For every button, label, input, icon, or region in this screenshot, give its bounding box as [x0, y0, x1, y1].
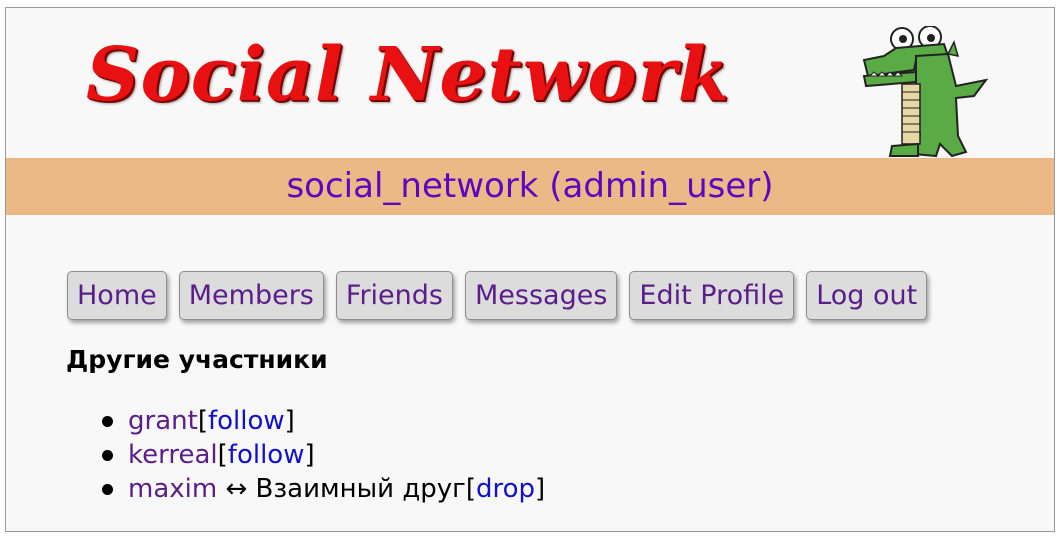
bullet-icon: [102, 484, 113, 495]
bullet-icon: [102, 450, 113, 461]
members-list: grant[follow] kerreal[follow] maxim ↔ Вз…: [98, 404, 545, 506]
nav-logout-button[interactable]: Log out: [806, 271, 928, 320]
nav-home-button[interactable]: Home: [67, 271, 167, 320]
member-status: ↔ Взаимный друг: [217, 474, 466, 504]
member-name-link[interactable]: grant: [128, 406, 198, 436]
main-nav: Home Members Friends Messages Edit Profi…: [67, 271, 928, 320]
bullet-icon: [102, 416, 113, 427]
bracket-close: ]: [304, 440, 315, 470]
follow-link[interactable]: follow: [228, 440, 305, 470]
banner-title: social_network (admin_user): [286, 166, 774, 206]
follow-link[interactable]: follow: [208, 406, 285, 436]
list-item: kerreal[follow]: [98, 438, 545, 472]
member-name-link[interactable]: maxim: [128, 474, 217, 504]
bracket-open: [: [217, 440, 228, 470]
nav-members-button[interactable]: Members: [178, 271, 324, 320]
nav-friends-button[interactable]: Friends: [335, 271, 453, 320]
nav-edit-profile-button[interactable]: Edit Profile: [629, 271, 795, 320]
section-title: Другие участники: [66, 345, 328, 374]
page-frame: Social Network social_network (admin_use…: [5, 7, 1055, 532]
bracket-open: [: [197, 406, 208, 436]
site-logo-text: Social Network: [86, 32, 731, 118]
crocodile-mascot-icon: [862, 26, 989, 158]
list-item: grant[follow]: [98, 404, 545, 438]
bracket-close: ]: [284, 406, 295, 436]
nav-messages-button[interactable]: Messages: [464, 271, 618, 320]
bracket-close: ]: [535, 474, 546, 504]
list-item: maxim ↔ Взаимный друг[drop]: [98, 472, 545, 506]
bracket-open: [: [465, 474, 476, 504]
site-banner: social_network (admin_user): [6, 158, 1054, 215]
drop-link[interactable]: drop: [476, 474, 535, 504]
member-name-link[interactable]: kerreal: [128, 440, 218, 470]
